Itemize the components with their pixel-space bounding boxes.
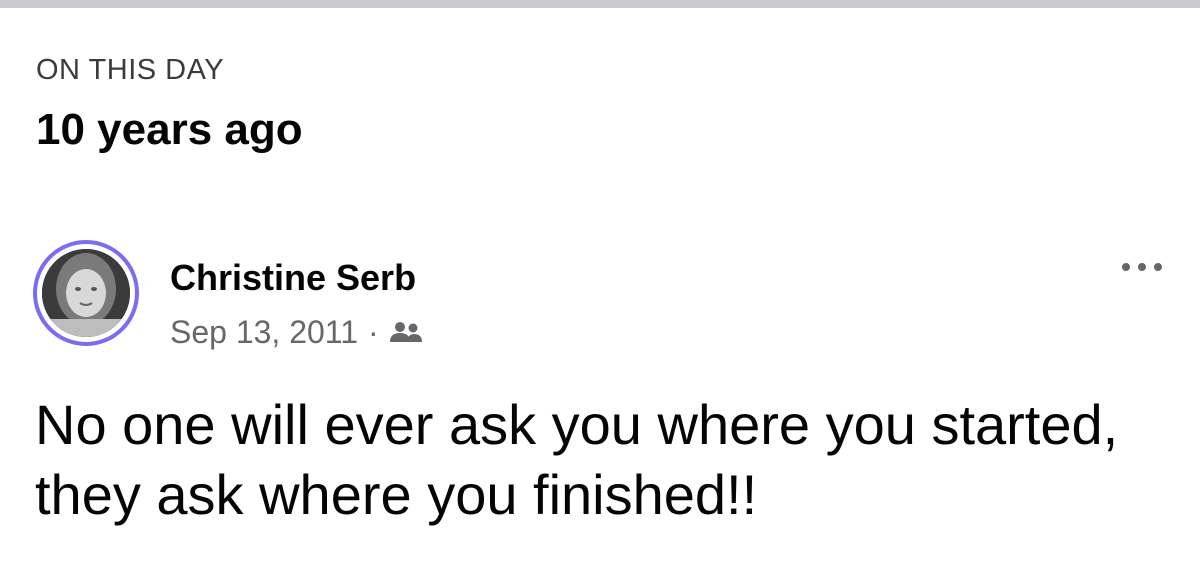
section-label: ON THIS DAY — [36, 54, 225, 86]
top-divider-bar — [0, 0, 1200, 8]
author-name[interactable]: Christine Serb — [170, 260, 416, 296]
more-options-button[interactable] — [1112, 252, 1172, 282]
post-meta: Sep 13, 2011 · — [170, 316, 423, 348]
meta-separator: · — [368, 314, 379, 350]
section-title: 10 years ago — [36, 105, 303, 154]
avatar-photo — [42, 249, 130, 337]
post-text: No one will ever ask you where you start… — [35, 393, 1119, 526]
post-date[interactable]: Sep 13, 2011 — [170, 316, 358, 348]
more-options-icon — [1122, 263, 1162, 271]
friends-icon[interactable] — [389, 320, 423, 344]
avatar[interactable] — [33, 240, 139, 346]
